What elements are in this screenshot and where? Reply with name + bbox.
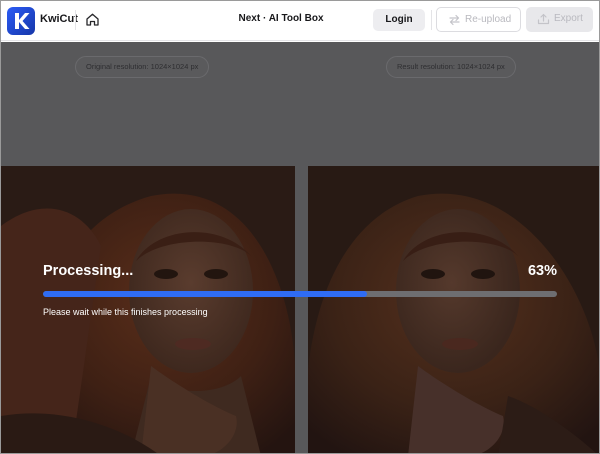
export-label: Export: [554, 13, 583, 24]
divider: [431, 10, 432, 30]
swap-arrows-icon: [448, 14, 461, 29]
processing-message: Please wait while this finishes processi…: [43, 307, 208, 317]
workspace: Original resolution: 1024×1024 px Result…: [1, 42, 599, 453]
login-button[interactable]: Login: [373, 9, 425, 31]
divider: [75, 10, 76, 30]
export-button[interactable]: Export: [526, 7, 593, 32]
top-bar: KwiCut Next · AI Tool Box Login Re-uploa…: [1, 1, 599, 41]
original-resolution-badge: Original resolution: 1024×1024 px: [75, 56, 210, 78]
home-icon[interactable]: [84, 11, 101, 28]
progress-bar-fill: [43, 291, 367, 297]
page-title: Next · AI Tool Box: [238, 13, 324, 24]
kwicut-logo[interactable]: [7, 7, 35, 35]
reupload-label: Re-upload: [465, 14, 512, 25]
progress-percent: 63%: [527, 263, 557, 279]
upload-icon: [537, 13, 550, 28]
brand-name: KwiCut: [40, 13, 78, 25]
reupload-button[interactable]: Re-upload: [436, 7, 521, 32]
result-image: [308, 166, 599, 453]
app-window: KwiCut Next · AI Tool Box Login Re-uploa…: [0, 0, 600, 454]
progress-bar: [43, 291, 557, 297]
result-resolution-badge: Result resolution: 1024×1024 px: [386, 56, 516, 78]
processing-title: Processing...: [43, 263, 134, 279]
